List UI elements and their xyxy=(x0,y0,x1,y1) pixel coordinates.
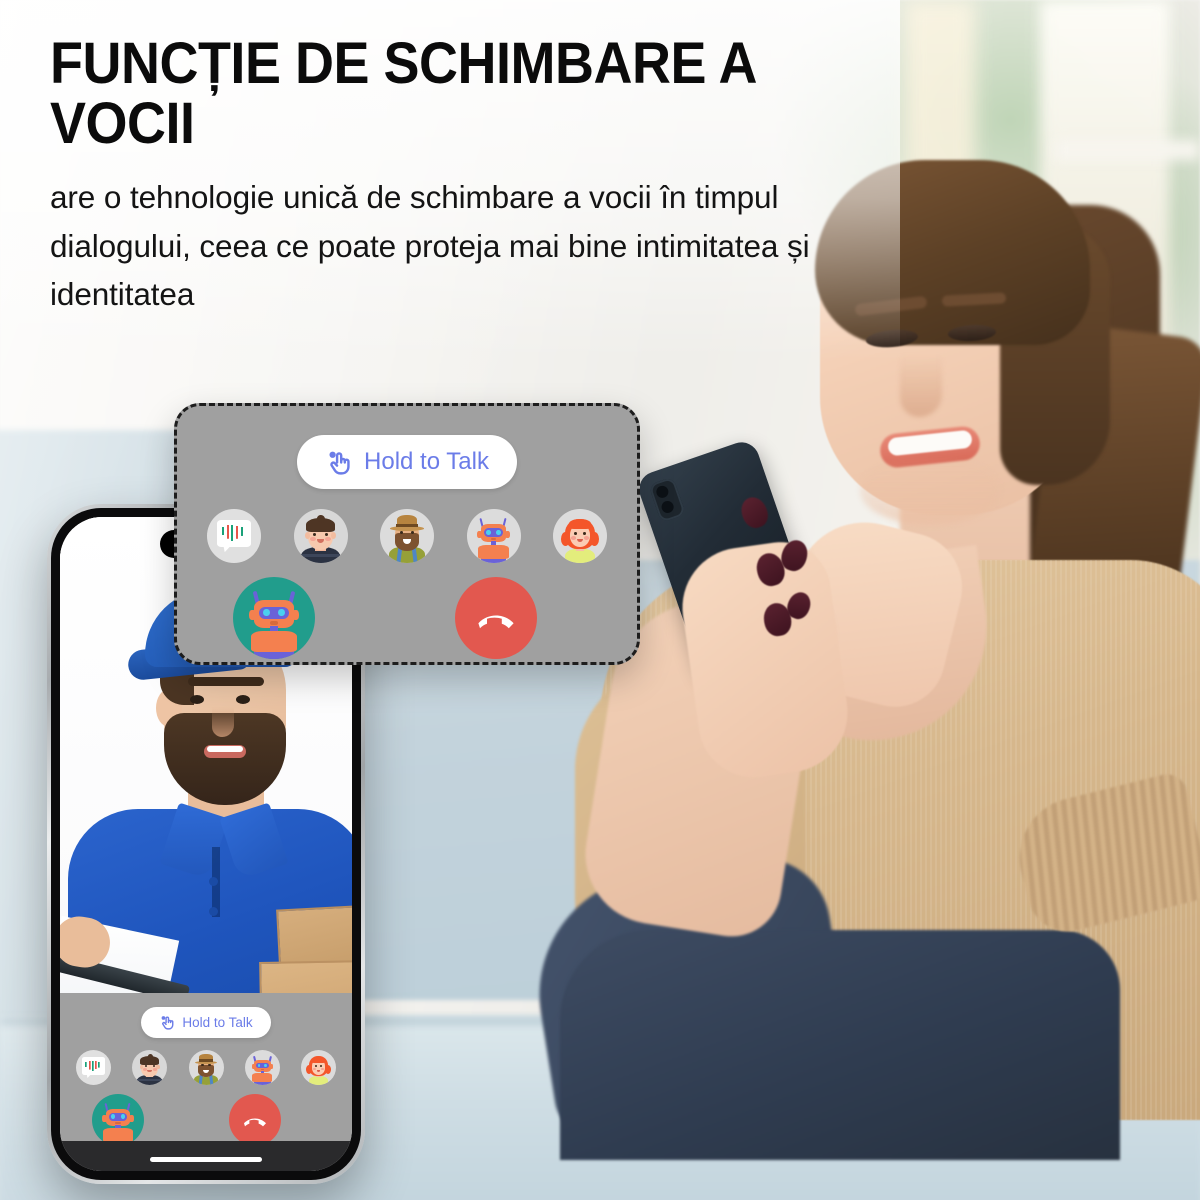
robot-avatar-selected[interactable] xyxy=(92,1094,144,1146)
hangup-button[interactable] xyxy=(455,577,537,659)
woman-nose xyxy=(900,355,942,417)
robot-avatar-selected[interactable] xyxy=(233,577,315,659)
woman-jeans xyxy=(560,930,1120,1160)
young-man-avatar[interactable] xyxy=(132,1050,168,1085)
delivery-man-teeth xyxy=(207,746,243,752)
poster-canvas: FUNCȚIE DE SCHIMBARE A VOCII are o tehno… xyxy=(0,0,1200,1200)
robot-avatar[interactable] xyxy=(466,509,521,563)
page-title: FUNCȚIE DE SCHIMBARE A VOCII xyxy=(50,31,755,156)
delivery-man-eyebrows xyxy=(188,677,264,686)
voice-options-row xyxy=(74,1050,338,1085)
robot-avatar[interactable] xyxy=(244,1050,280,1085)
woman-hair-top xyxy=(815,160,1090,345)
hangup-icon xyxy=(478,615,514,629)
hold-to-talk-button-zoomed[interactable]: Hold to Talk xyxy=(297,435,517,489)
voice-waveform-icon[interactable] xyxy=(76,1050,111,1085)
home-indicator xyxy=(150,1157,262,1162)
farmer-avatar[interactable] xyxy=(380,509,434,563)
hold-to-talk-label: Hold to Talk xyxy=(182,1015,253,1030)
girl-avatar[interactable] xyxy=(553,509,607,563)
call-control-panel-zoomed: Hold to Talk xyxy=(174,403,640,665)
girl-avatar[interactable] xyxy=(301,1050,336,1085)
body-text: are o tehnologie unică de schimbare a vo… xyxy=(50,179,810,312)
hangup-button[interactable] xyxy=(229,1094,281,1146)
farmer-avatar[interactable] xyxy=(188,1050,224,1085)
delivery-man-eyes xyxy=(190,695,204,704)
text-block: FUNCȚIE DE SCHIMBARE A VOCII are o tehno… xyxy=(50,34,850,318)
hold-to-talk-button[interactable]: Hold to Talk xyxy=(141,1007,271,1038)
touch-hold-icon xyxy=(161,1016,174,1030)
window-sill xyxy=(1055,140,1200,160)
call-actions-row-zoomed xyxy=(201,577,613,659)
hold-to-talk-label-zoomed: Hold to Talk xyxy=(364,448,489,475)
woman-chin-shadow xyxy=(860,455,1000,525)
young-man-avatar[interactable] xyxy=(293,509,348,563)
voice-options-row-zoomed xyxy=(201,509,613,563)
call-actions-row xyxy=(74,1094,338,1146)
delivery-man-nose xyxy=(212,707,234,737)
home-indicator-area xyxy=(60,1141,352,1171)
hangup-icon xyxy=(244,1118,266,1127)
call-control-panel: Hold to Talk xyxy=(60,993,352,1146)
touch-hold-icon xyxy=(329,451,350,475)
voice-waveform-icon[interactable] xyxy=(207,509,261,563)
delivery-man-shirt-button xyxy=(209,877,218,886)
